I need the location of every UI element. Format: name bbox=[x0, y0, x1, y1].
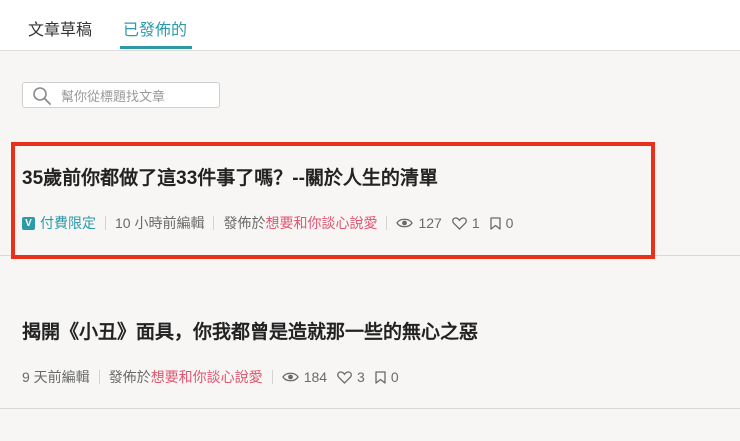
active-tab-indicator bbox=[120, 46, 192, 49]
views-count: 127 bbox=[418, 215, 442, 231]
published-prefix: 發佈於 bbox=[108, 369, 151, 385]
edited-time: 10 小時前編輯 bbox=[115, 215, 205, 231]
tab-bar: 文章草稿 已發佈的 bbox=[0, 0, 740, 51]
published-prefix: 發佈於 bbox=[223, 215, 266, 231]
bookmarks-stat: 0 bbox=[375, 369, 399, 385]
bookmark-icon bbox=[375, 370, 386, 384]
eye-icon bbox=[396, 218, 414, 228]
search-icon bbox=[32, 86, 52, 111]
views-stat: 127 bbox=[396, 215, 442, 231]
edited-time: 9 天前編輯 bbox=[22, 369, 90, 385]
meta-divider bbox=[271, 370, 273, 384]
meta-divider bbox=[386, 216, 388, 230]
publication-link[interactable]: 想要和你談心說愛 bbox=[265, 213, 377, 233]
likes-count: 1 bbox=[471, 215, 480, 231]
search-box bbox=[22, 82, 220, 108]
article-divider bbox=[0, 408, 740, 409]
publication-link[interactable]: 想要和你談心說愛 bbox=[151, 367, 263, 387]
bookmark-icon bbox=[489, 216, 501, 230]
views-count: 184 bbox=[303, 369, 328, 385]
likes-stat: 3 bbox=[337, 369, 365, 385]
eye-icon bbox=[281, 372, 299, 382]
tab-published[interactable]: 已發佈的 bbox=[123, 16, 187, 40]
search-input[interactable] bbox=[59, 86, 218, 106]
highlight-box bbox=[11, 142, 655, 259]
bookmarks-stat: 0 bbox=[489, 215, 514, 231]
meta-divider bbox=[105, 216, 106, 230]
meta-divider bbox=[213, 216, 215, 230]
heart-icon bbox=[337, 370, 352, 384]
tab-drafts[interactable]: 文章草稿 bbox=[28, 16, 92, 40]
article-title[interactable]: 35歲前你都做了這33件事了嗎？--關於人生的清單 bbox=[22, 163, 438, 190]
article-meta: V 付費限定 10 小時前編輯 發佈於 想要和你談心說愛 127 1 0 bbox=[22, 213, 523, 233]
article-divider bbox=[0, 255, 740, 256]
likes-stat: 1 bbox=[451, 215, 480, 231]
bookmarks-count: 0 bbox=[390, 369, 399, 385]
paid-label: 付費限定 bbox=[40, 215, 96, 231]
article-meta: 9 天前編輯 發佈於 想要和你談心說愛 184 3 0 bbox=[22, 367, 409, 387]
paid-badge-icon: V bbox=[22, 216, 35, 230]
article-title[interactable]: 揭開《小丑》面具，你我都曾是造就那一些的無心之惡 bbox=[22, 317, 478, 344]
heart-icon bbox=[451, 216, 467, 230]
views-stat: 184 bbox=[281, 369, 328, 385]
likes-count: 3 bbox=[357, 369, 365, 385]
bookmarks-count: 0 bbox=[505, 215, 514, 231]
meta-divider bbox=[98, 370, 100, 384]
